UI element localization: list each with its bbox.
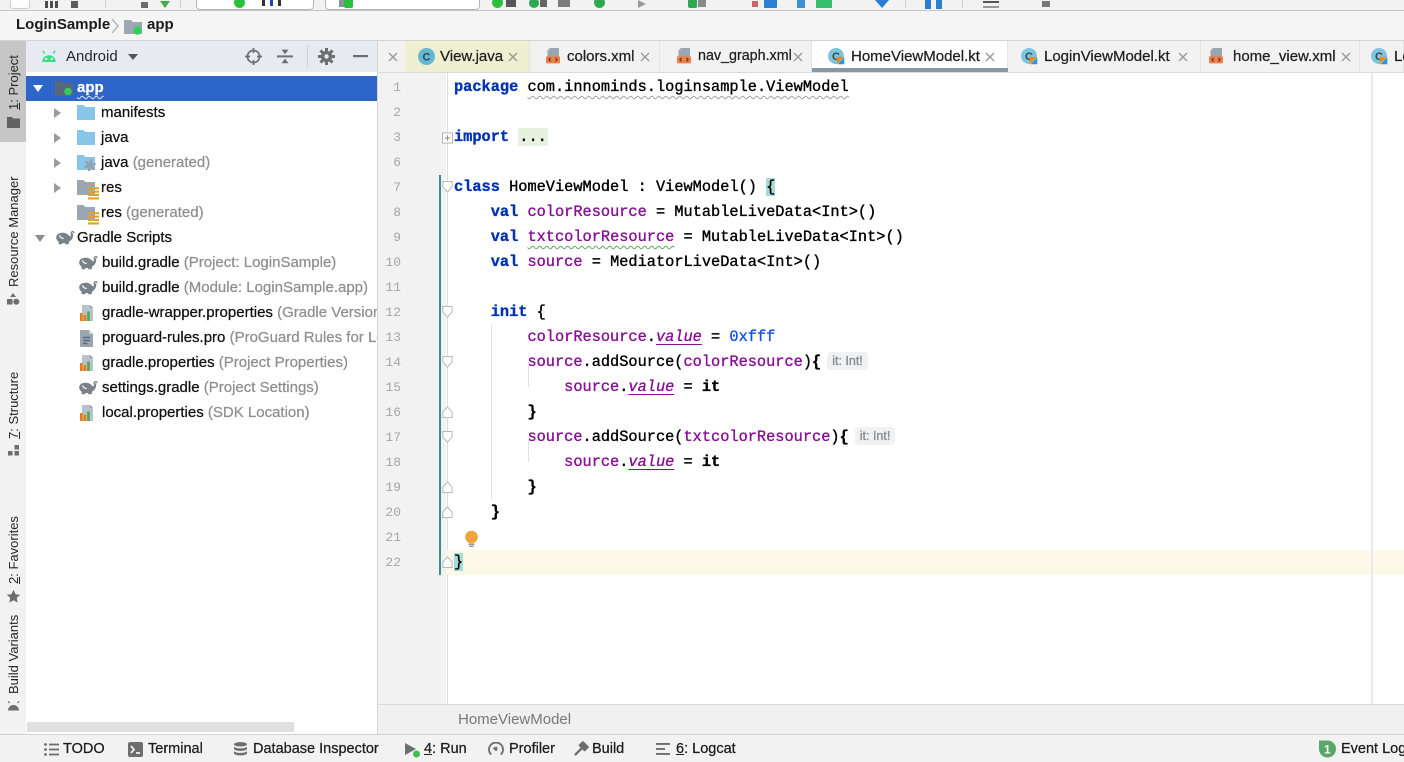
svg-text:C: C: [423, 52, 431, 64]
svg-text:1: 1: [1324, 744, 1331, 756]
